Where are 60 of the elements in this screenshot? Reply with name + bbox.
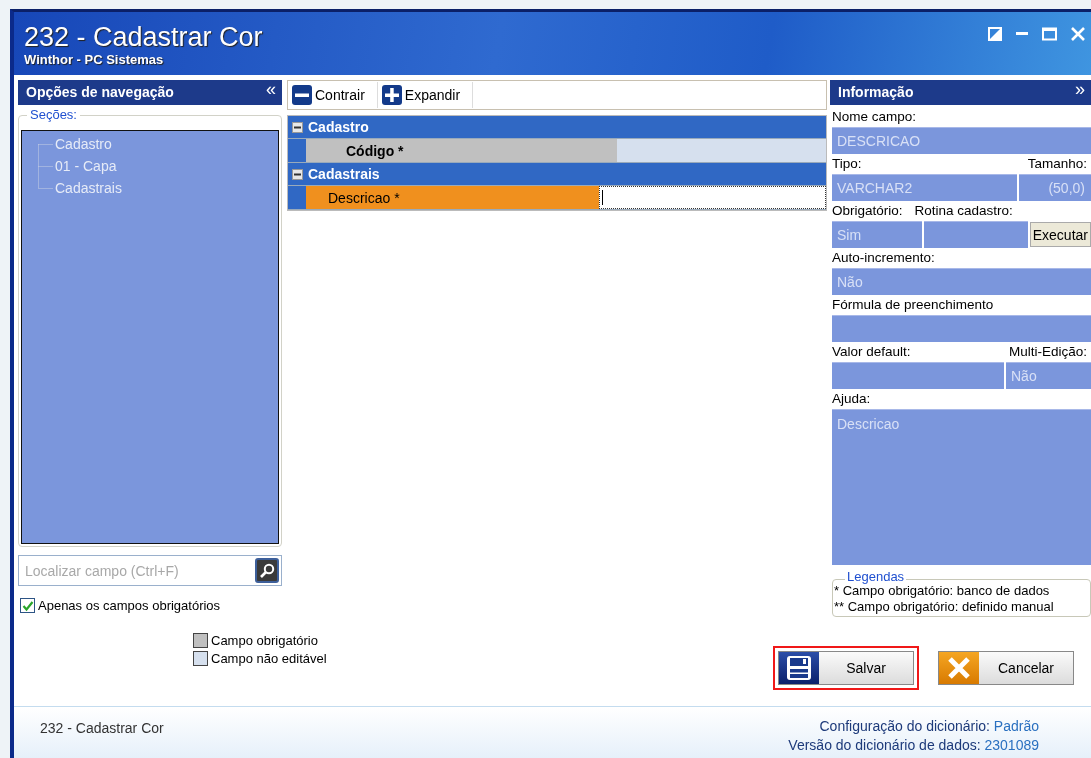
name-field: DESCRICAO	[832, 127, 1091, 154]
window-subtitle: Winthor - PC Sistemas	[24, 52, 165, 67]
status-routine: 232 - Cadastrar Cor	[40, 720, 164, 736]
help-field: Descricao	[832, 409, 1091, 565]
swatch-label: Campo não editável	[211, 651, 327, 666]
status-value: Padrão	[993, 718, 1039, 734]
legend-text: * Campo obrigatório: banco de dados	[834, 583, 1051, 599]
field-label: Valor default:	[832, 343, 911, 361]
restore-icon[interactable]	[988, 27, 1002, 41]
field-label: Ajuda:	[831, 390, 872, 408]
toolbar-button[interactable]: Contrair	[292, 82, 378, 108]
sections-label: Seções:	[27, 107, 80, 122]
search-field[interactable]: Localizar campo (Ctrl+F)	[18, 555, 282, 586]
field-label: Tamanho:	[1027, 155, 1087, 173]
status-label: Configuração do dicionário:	[819, 718, 990, 734]
minus-icon	[292, 85, 312, 105]
field-label: Fórmula de preenchimento	[831, 296, 995, 314]
field-label[interactable]: Código *	[306, 139, 617, 162]
multi-edit-field: Não	[1006, 362, 1091, 389]
collapse-toggle[interactable]: «	[266, 80, 276, 98]
field-label[interactable]: Descricao *	[306, 186, 599, 209]
close-icon	[947, 656, 971, 680]
check-icon	[21, 599, 34, 612]
expand-toggle[interactable]: »	[1075, 80, 1085, 98]
size-field: (50,0)	[1019, 174, 1091, 201]
action-button[interactable]: Salvar	[778, 651, 914, 685]
status-label: Versão do dicionário de dados:	[788, 737, 981, 753]
tree-lines-drawing	[38, 144, 54, 189]
legend-title: Legendas	[845, 570, 907, 584]
group-header[interactable]: Cadastrais	[288, 163, 826, 185]
auto-increment-field: Não	[832, 268, 1091, 295]
toolbar-button[interactable]: Expandir	[381, 82, 474, 108]
execute-button[interactable]: Executar	[1029, 222, 1091, 247]
swatch-label: Campo obrigatório	[211, 633, 318, 648]
field-label: Rotina cadastro:	[914, 202, 1013, 220]
plus-icon	[381, 85, 402, 105]
field-label: Tipo:	[832, 155, 862, 173]
field-value[interactable]	[599, 186, 826, 209]
maximize-icon[interactable]	[1042, 27, 1057, 41]
field-label: Nome campo:	[831, 108, 918, 126]
panel-title: Opções de navegação	[26, 84, 174, 100]
field-label: Obrigatório:	[832, 202, 903, 220]
legend-text: ** Campo obrigatório: definido manual	[834, 599, 1055, 615]
type-field: VARCHAR2	[832, 174, 1017, 201]
panel-title: Informação	[838, 84, 914, 100]
action-button[interactable]: Cancelar	[938, 651, 1074, 685]
close-icon[interactable]	[1071, 27, 1085, 41]
field-label: Auto-incremento:	[831, 249, 936, 267]
checkbox-label[interactable]: Apenas os campos obrigatórios	[38, 598, 221, 613]
group-header[interactable]: Cadastro	[288, 116, 826, 138]
status-value: 2301089	[984, 737, 1039, 753]
window-title: 232 - Cadastrar Cor	[24, 22, 263, 52]
search-button[interactable]	[255, 558, 279, 583]
search-icon	[259, 562, 275, 579]
field-label: Multi-Edição:	[1008, 343, 1087, 361]
group-title: Cadastro	[308, 119, 369, 135]
checkbox[interactable]	[20, 598, 35, 613]
group-title: Cadastrais	[308, 166, 380, 182]
required-field: Sim	[832, 221, 922, 248]
minimize-icon[interactable]	[1016, 32, 1028, 36]
